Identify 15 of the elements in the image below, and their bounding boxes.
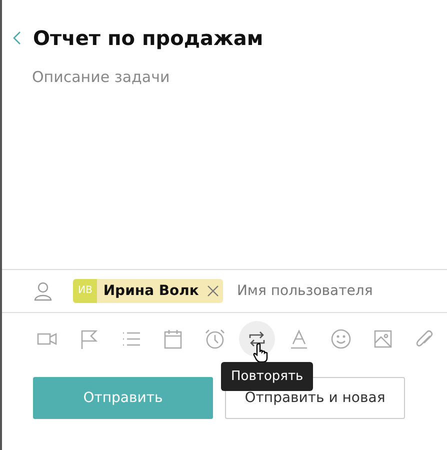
smiley-icon xyxy=(330,328,352,350)
person-icon xyxy=(33,281,53,301)
calendar-icon xyxy=(162,328,184,350)
tooltip: Повторять xyxy=(221,362,314,391)
initials-avatar: ИВ xyxy=(73,279,98,303)
repeat-tool-button[interactable] xyxy=(239,321,275,357)
assignee-name: Ирина Волк xyxy=(103,283,199,299)
hand-cursor-icon xyxy=(253,343,269,363)
text-color-icon xyxy=(288,328,310,350)
image-icon xyxy=(372,328,394,350)
alarm-clock-icon xyxy=(204,328,226,350)
remove-icon[interactable] xyxy=(206,285,219,297)
task-title: Отчет по продажам xyxy=(33,26,264,50)
back-icon[interactable] xyxy=(13,31,21,45)
assignee-chip[interactable]: ИВ Ирина Волк xyxy=(73,279,223,303)
